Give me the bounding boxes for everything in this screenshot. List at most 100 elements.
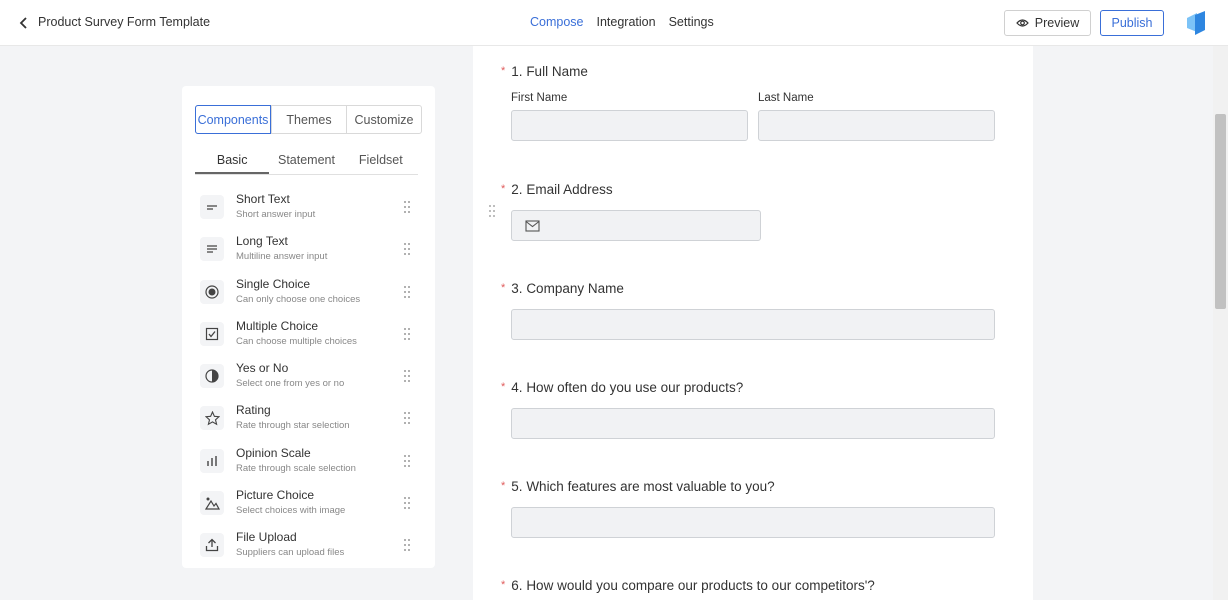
component-long-text[interactable]: Long Text Multiline answer input xyxy=(200,231,420,273)
company-input[interactable] xyxy=(511,309,995,340)
drag-handle-icon[interactable] xyxy=(402,538,412,552)
tab-components[interactable]: Components xyxy=(195,105,271,134)
component-file-upload[interactable]: File Upload Suppliers can upload files xyxy=(200,527,420,569)
question-company[interactable]: * 3. Company Name xyxy=(501,281,624,296)
drag-handle-icon[interactable] xyxy=(487,204,497,218)
component-title: Multiple Choice xyxy=(236,318,319,333)
drag-handle-icon[interactable] xyxy=(402,285,412,299)
question-label: Company Name xyxy=(526,281,624,296)
scrollbar-thumb[interactable] xyxy=(1215,114,1226,309)
picture-icon xyxy=(200,491,224,516)
question-email[interactable]: * 2. Email Address xyxy=(501,182,613,197)
radio-icon xyxy=(200,279,224,304)
component-desc: Can choose multiple choices xyxy=(236,335,357,347)
required-mark: * xyxy=(501,480,506,492)
component-multiple-choice[interactable]: Multiple Choice Can choose multiple choi… xyxy=(200,316,420,358)
mail-icon xyxy=(525,220,540,232)
first-name-input[interactable] xyxy=(511,110,748,141)
last-name-input[interactable] xyxy=(758,110,995,141)
checkbox-icon xyxy=(200,321,224,346)
question-label: How often do you use our products? xyxy=(526,380,744,395)
question-usage-frequency[interactable]: * 4. How often do you use our products? xyxy=(501,380,743,395)
question-competitor-comparison[interactable]: * 6. How would you compare our products t… xyxy=(501,578,875,593)
usage-frequency-input[interactable] xyxy=(511,408,995,439)
bar-chart-icon xyxy=(200,448,224,473)
component-category-tabs: Basic Statement Fieldset xyxy=(195,148,418,175)
question-number: 1. xyxy=(511,64,523,79)
drag-handle-icon[interactable] xyxy=(402,369,412,383)
tab-statement[interactable]: Statement xyxy=(269,148,343,174)
component-desc: Suppliers can upload files xyxy=(236,547,345,559)
tab-compose[interactable]: Compose xyxy=(530,15,584,29)
upload-icon xyxy=(200,533,224,558)
tab-fieldset[interactable]: Fieldset xyxy=(344,148,418,174)
question-label: Email Address xyxy=(526,182,613,197)
component-single-choice[interactable]: Single Choice Can only choose one choice… xyxy=(200,274,420,316)
component-desc: Short answer input xyxy=(236,209,316,220)
question-valuable-features[interactable]: * 5. Which features are most valuable to … xyxy=(501,479,775,494)
component-short-text[interactable]: Short Text Short answer input xyxy=(200,189,420,231)
question-number: 6. xyxy=(511,578,523,593)
component-title: Single Choice xyxy=(236,276,311,291)
component-yes-no[interactable]: Yes or No Select one from yes or no xyxy=(200,358,420,400)
email-input[interactable] xyxy=(511,210,761,241)
form-title: Product Survey Form Template xyxy=(38,15,211,29)
app-logo-icon xyxy=(1187,11,1205,35)
question-full-name[interactable]: * 1. Full Name xyxy=(501,64,588,79)
drag-handle-icon[interactable] xyxy=(402,200,412,214)
tab-integration[interactable]: Integration xyxy=(597,15,656,29)
component-picture-choice[interactable]: Picture Choice Select choices with image xyxy=(200,485,420,527)
component-title: Short Text xyxy=(236,192,290,206)
first-name-label: First Name xyxy=(511,92,568,104)
component-desc: Rate through scale selection xyxy=(236,462,356,474)
star-icon xyxy=(200,406,224,431)
long-text-icon xyxy=(200,237,224,262)
component-title: Rating xyxy=(236,403,271,418)
last-name-label: Last Name xyxy=(758,92,814,104)
required-mark: * xyxy=(501,282,506,294)
component-desc: Select one from yes or no xyxy=(236,378,345,390)
component-opinion-scale[interactable]: Opinion Scale Rate through scale selecti… xyxy=(200,443,420,485)
top-header: Product Survey Form Template Compose Int… xyxy=(0,0,1228,46)
question-label: Which features are most valuable to you? xyxy=(526,479,775,494)
tab-basic[interactable]: Basic xyxy=(195,148,270,174)
tab-customize[interactable]: Customize xyxy=(346,106,421,133)
component-desc: Can only choose one choices xyxy=(236,293,361,305)
component-desc: Select choices with image xyxy=(236,505,346,517)
drag-handle-icon[interactable] xyxy=(402,454,412,468)
tab-settings[interactable]: Settings xyxy=(669,15,714,29)
main-nav: Compose Integration Settings xyxy=(530,15,714,29)
short-text-icon xyxy=(200,195,224,219)
drag-handle-icon[interactable] xyxy=(402,327,412,341)
question-number: 5. xyxy=(511,479,523,494)
component-title: Yes or No xyxy=(236,361,289,376)
component-desc: Rate through star selection xyxy=(236,420,350,432)
question-label: Full Name xyxy=(526,64,588,79)
valuable-features-input[interactable] xyxy=(511,507,995,538)
required-mark: * xyxy=(501,579,506,591)
chevron-left-icon xyxy=(19,17,27,29)
component-title: Opinion Scale xyxy=(236,445,311,460)
component-rating[interactable]: Rating Rate through star selection xyxy=(200,400,420,442)
page-scrollbar[interactable] xyxy=(1213,46,1228,600)
preview-label: Preview xyxy=(1034,16,1080,30)
back-button[interactable] xyxy=(14,13,34,33)
component-list: Short Text Short answer input Long Text … xyxy=(200,189,420,570)
yes-no-icon xyxy=(200,364,224,389)
preview-button[interactable]: Preview xyxy=(1004,10,1091,36)
required-mark: * xyxy=(501,65,506,77)
required-mark: * xyxy=(501,381,506,393)
question-number: 3. xyxy=(511,281,523,296)
component-title: File Upload xyxy=(236,530,297,545)
drag-handle-icon[interactable] xyxy=(402,242,412,256)
publish-button[interactable]: Publish xyxy=(1100,10,1164,36)
eye-icon xyxy=(1015,19,1029,27)
tab-themes[interactable]: Themes xyxy=(271,106,346,133)
form-canvas: * 1. Full Name First Name Last Name * 2. E… xyxy=(473,46,1033,600)
question-label: How would you compare our products to ou… xyxy=(526,578,875,593)
drag-handle-icon[interactable] xyxy=(402,496,412,510)
question-number: 4. xyxy=(511,380,523,395)
question-number: 2. xyxy=(511,182,523,197)
panel-tabs: Components Themes Customize xyxy=(195,105,422,134)
drag-handle-icon[interactable] xyxy=(402,411,412,425)
